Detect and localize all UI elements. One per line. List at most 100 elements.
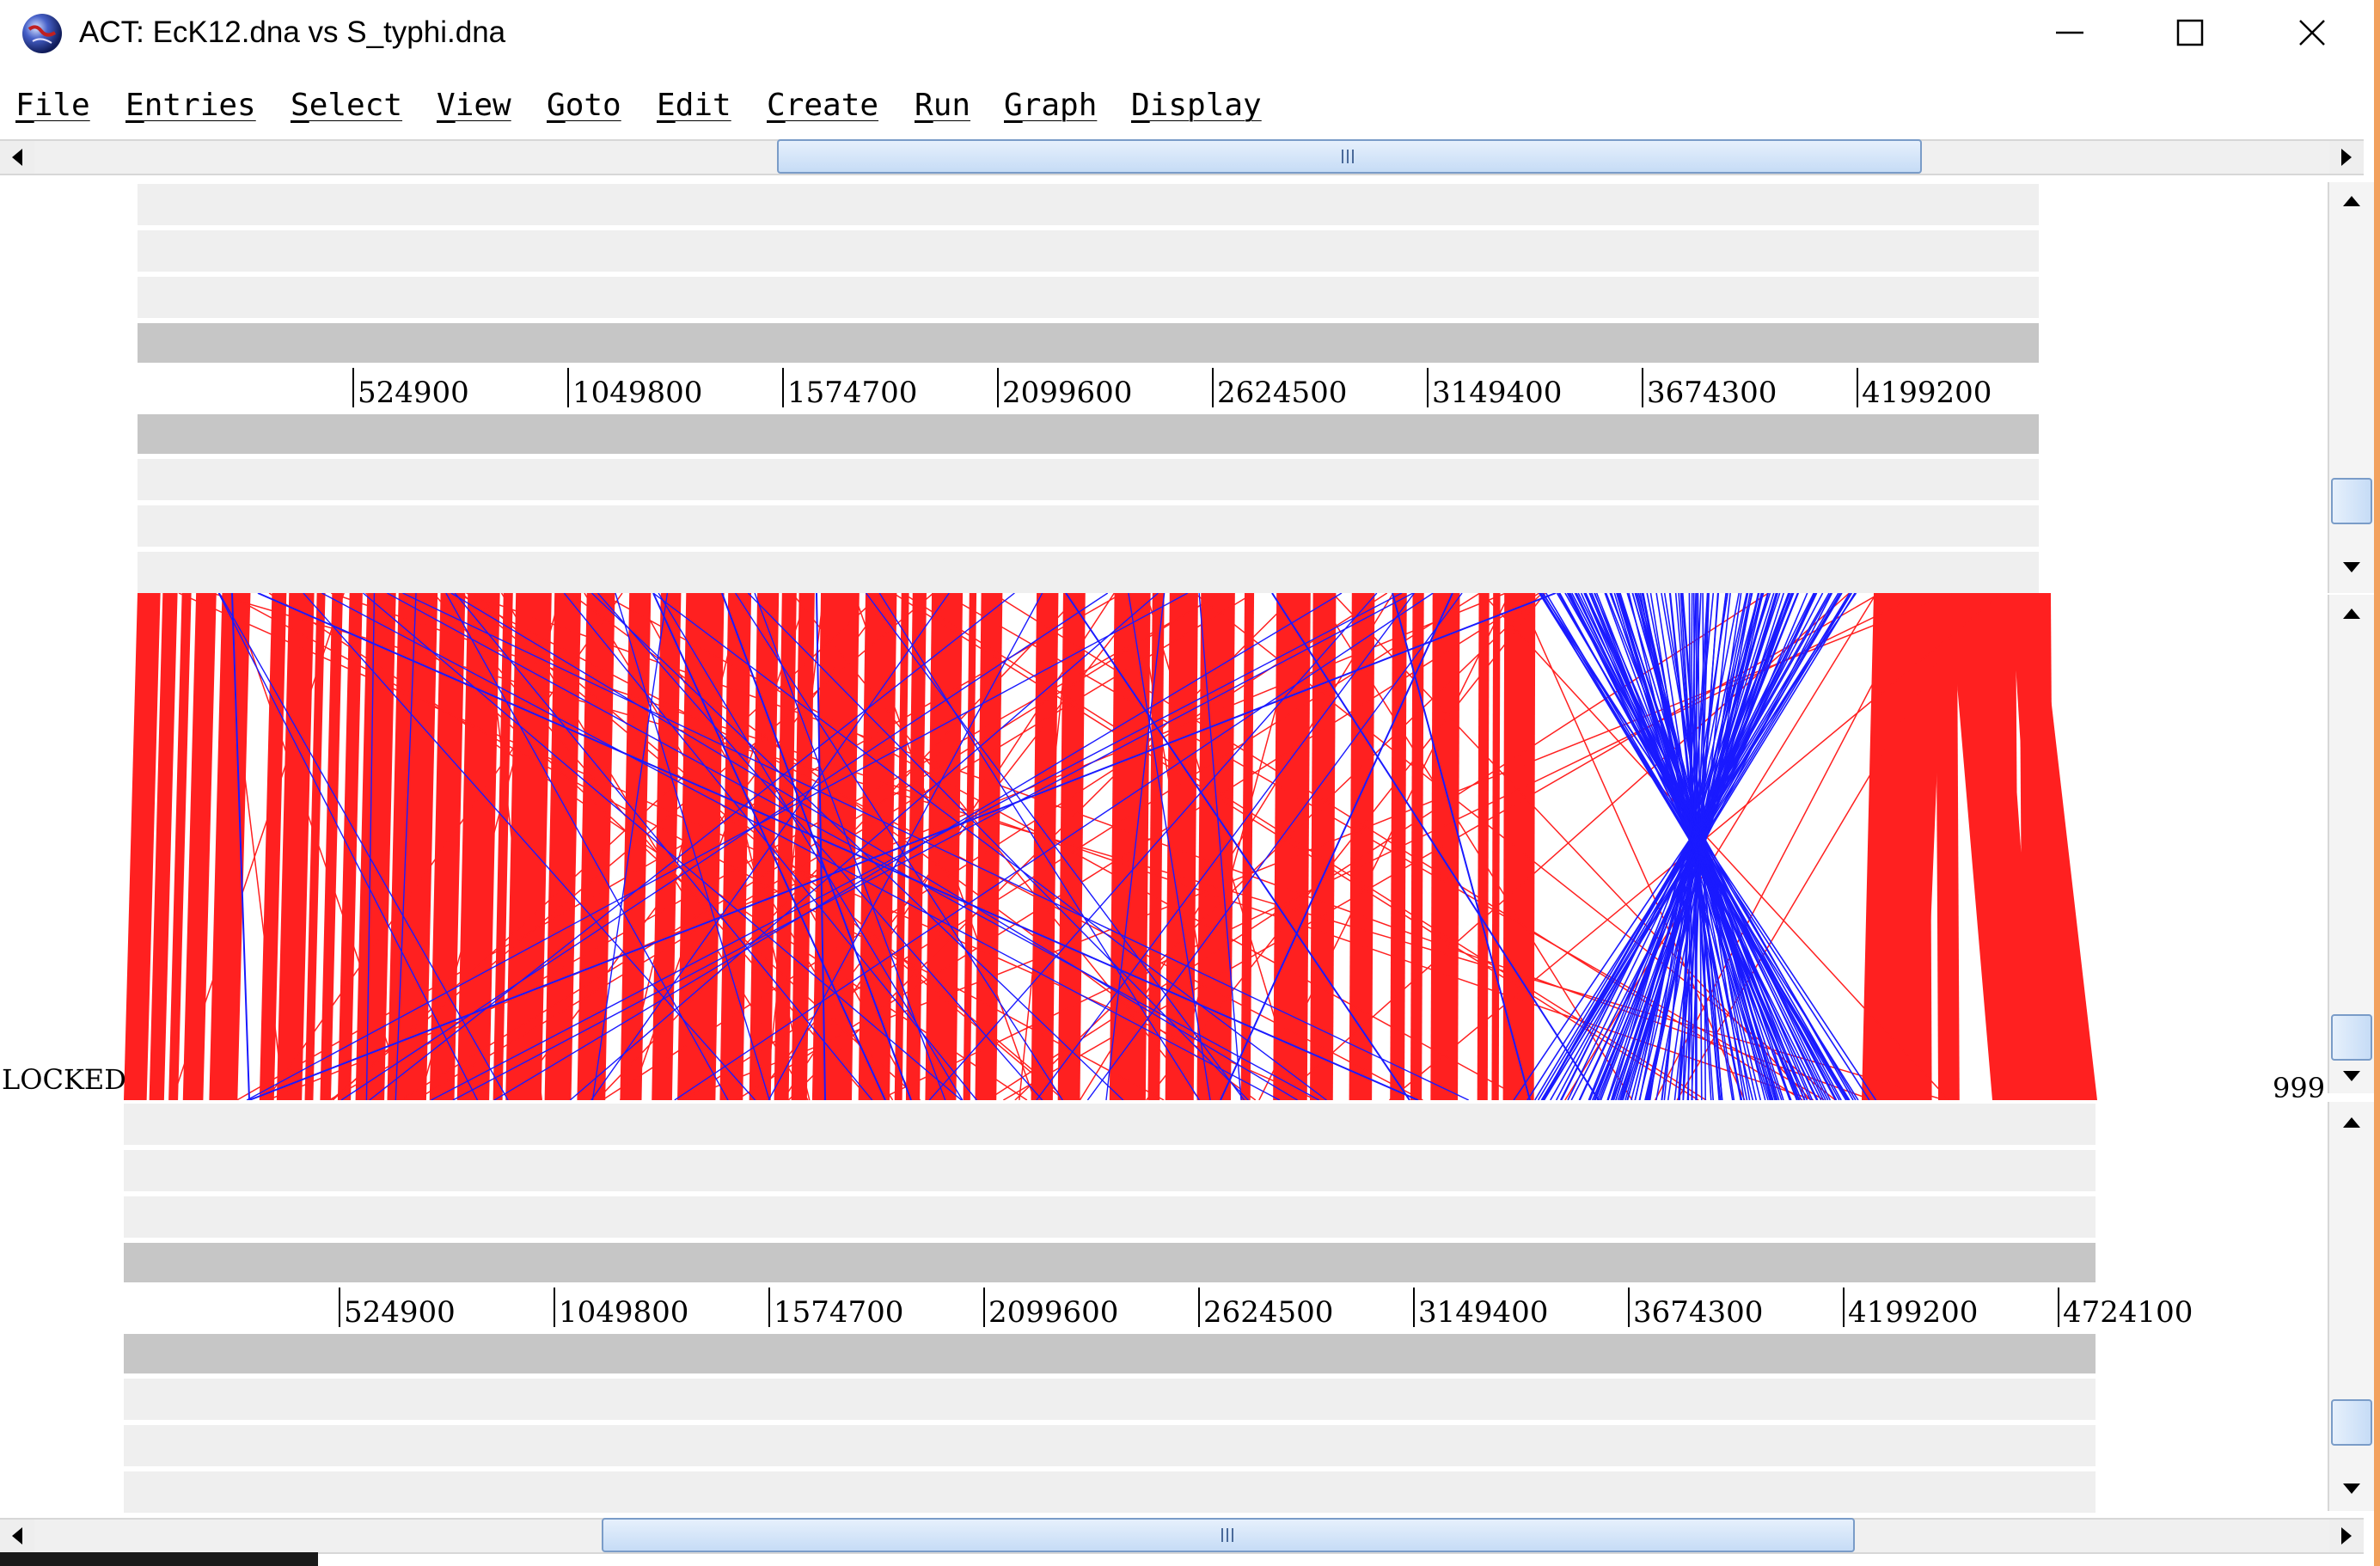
close-icon	[2299, 20, 2325, 46]
bottom-forward-strand-track[interactable]	[124, 1243, 2096, 1282]
top-vertical-scroll-thumb[interactable]	[2331, 478, 2372, 524]
top-frame-track[interactable]	[138, 277, 2039, 318]
ruler-tick	[567, 368, 569, 407]
top-frame-track[interactable]	[138, 505, 2039, 547]
scroll-down-button[interactable]	[2331, 1059, 2372, 1093]
arrow-right-icon	[2341, 149, 2352, 166]
top-frame-track[interactable]	[138, 552, 2039, 593]
window-title: ACT: EcK12.dna vs S_typhi.dna	[79, 15, 506, 49]
scroll-down-button[interactable]	[2331, 1471, 2372, 1506]
ruler-tick	[1198, 1288, 1200, 1327]
taskbar-edge	[0, 1552, 318, 1566]
scroll-right-button[interactable]	[2329, 1520, 2364, 1552]
arrow-down-icon	[2343, 562, 2360, 572]
top-reverse-strand-track[interactable]	[138, 414, 2039, 454]
forward-match-block	[1310, 593, 1337, 1100]
ruler-tick-label: 4199200	[1848, 1295, 1979, 1330]
arrow-up-icon	[2343, 196, 2360, 206]
ruler-tick-label: 524900	[344, 1295, 456, 1330]
locked-label: LOCKED	[2, 1063, 126, 1096]
bottom-frame-track[interactable]	[124, 1150, 2096, 1191]
scroll-right-button[interactable]	[2329, 141, 2364, 174]
ruler-tick-label: 4199200	[1862, 376, 1992, 410]
ruler-tick	[1642, 368, 1643, 407]
ruler-tick	[983, 1288, 985, 1327]
menu-graph[interactable]: Graph	[1004, 84, 1097, 127]
forward-match-block	[1477, 593, 1490, 1100]
ruler-tick-label: 1574700	[774, 1295, 904, 1330]
ruler-tick	[1628, 1288, 1630, 1327]
minimize-button[interactable]	[2020, 0, 2120, 65]
arrow-down-icon	[2343, 1483, 2360, 1494]
ruler-tick	[1843, 1288, 1845, 1327]
minimize-icon	[2056, 31, 2083, 34]
maximize-button[interactable]	[2140, 0, 2240, 65]
maximize-icon	[2176, 19, 2204, 46]
bottom-vertical-scroll-thumb[interactable]	[2331, 1399, 2372, 1446]
ruler-tick-label: 3674300	[1647, 376, 1777, 410]
scroll-up-button[interactable]	[2331, 1105, 2372, 1140]
forward-match-block	[620, 593, 652, 1100]
bottom-horizontal-scroll-thumb[interactable]	[602, 1518, 1855, 1552]
scroll-left-button[interactable]	[0, 1520, 34, 1552]
ruler-tick	[768, 1288, 770, 1327]
ruler-tick	[352, 368, 354, 407]
ruler-tick	[339, 1288, 340, 1327]
ruler-tick-label: 3674300	[1633, 1295, 1764, 1330]
forward-match-block	[1196, 593, 1235, 1100]
ruler-tick-label: 3149400	[1432, 376, 1563, 410]
ruler-tick	[1212, 368, 1214, 407]
bottom-reverse-strand-track[interactable]	[124, 1334, 2096, 1373]
ruler-tick	[782, 368, 784, 407]
ruler-tick	[554, 1288, 555, 1327]
arrow-up-icon	[2343, 609, 2360, 619]
ruler-tick-label: 2099600	[988, 1295, 1119, 1330]
forward-match-block	[1862, 593, 1922, 1100]
menu-entries[interactable]: Entries	[125, 84, 256, 127]
bottom-frame-track[interactable]	[124, 1471, 2096, 1513]
top-horizontal-scroll-thumb[interactable]	[777, 139, 1922, 174]
top-frame-track[interactable]	[138, 230, 2039, 272]
arrow-left-icon	[12, 1527, 22, 1545]
comparison-panel[interactable]	[0, 593, 2321, 1100]
arrow-down-icon	[2343, 1071, 2360, 1081]
menu-create[interactable]: Create	[767, 84, 878, 127]
top-frame-track[interactable]	[138, 459, 2039, 500]
ruler-tick-label: 2624500	[1217, 376, 1348, 410]
ruler-tick-label: 1574700	[787, 376, 918, 410]
top-frame-track[interactable]	[138, 184, 2039, 225]
scroll-up-button[interactable]	[2331, 184, 2372, 218]
bottom-vertical-scrollbar[interactable]	[2328, 1102, 2376, 1511]
menu-view[interactable]: View	[437, 84, 511, 127]
menu-select[interactable]: Select	[291, 84, 402, 127]
grip-icon	[1221, 1528, 1233, 1542]
bottom-frame-track[interactable]	[124, 1425, 2096, 1466]
arrow-right-icon	[2341, 1527, 2352, 1545]
scroll-left-button[interactable]	[0, 141, 34, 174]
comparison-cutoff-label: 999	[2273, 1072, 2326, 1104]
menu-file[interactable]: File	[15, 84, 90, 127]
menu-edit[interactable]: Edit	[657, 84, 731, 127]
close-button[interactable]	[2262, 0, 2362, 65]
bottom-frame-track[interactable]	[124, 1196, 2096, 1238]
scroll-down-button[interactable]	[2331, 550, 2372, 584]
ruler-tick-label: 4724100	[2063, 1295, 2193, 1330]
ruler-tick	[2058, 1288, 2059, 1327]
forward-match-block	[209, 593, 251, 1100]
arrow-left-icon	[12, 149, 22, 166]
grip-icon	[1342, 150, 1354, 163]
bottom-frame-track[interactable]	[124, 1104, 2096, 1145]
top-forward-strand-track[interactable]	[138, 323, 2039, 363]
top-vertical-scrollbar[interactable]	[2328, 182, 2376, 593]
menu-goto[interactable]: Goto	[547, 84, 621, 127]
ruler-tick-label: 1049800	[559, 1295, 689, 1330]
scroll-up-button[interactable]	[2331, 596, 2372, 631]
ruler-tick-label: 2099600	[1002, 376, 1133, 410]
app-globe-icon	[22, 14, 62, 53]
window-border	[2374, 0, 2380, 1566]
bottom-frame-track[interactable]	[124, 1379, 2096, 1420]
comparison-vertical-scroll-thumb[interactable]	[2331, 1014, 2372, 1061]
ruler-tick-label: 3149400	[1418, 1295, 1549, 1330]
menu-display[interactable]: Display	[1131, 84, 1262, 127]
menu-run[interactable]: Run	[915, 84, 970, 127]
